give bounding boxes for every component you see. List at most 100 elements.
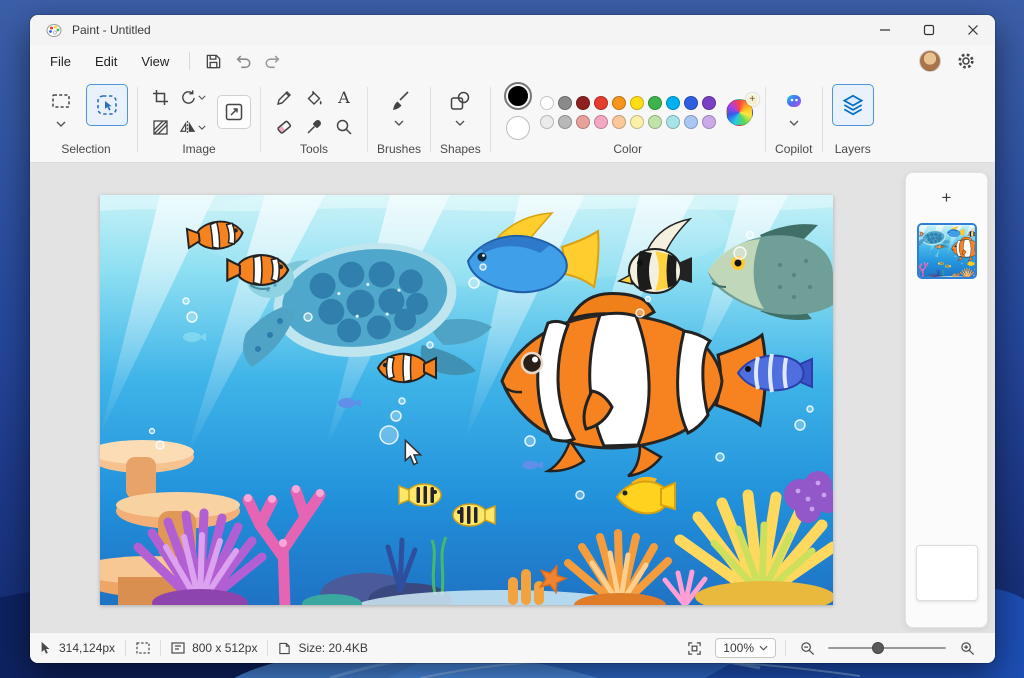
paint-window: Paint - Untitled File Edit View — [30, 15, 995, 663]
add-layer-button[interactable]: + — [932, 185, 962, 211]
palette-swatch[interactable] — [684, 115, 698, 129]
palette-swatch[interactable] — [666, 115, 680, 129]
palette-swatch[interactable] — [702, 115, 716, 129]
palette-swatch[interactable] — [702, 96, 716, 110]
select-options-button[interactable] — [147, 114, 173, 140]
palette-swatch[interactable] — [648, 96, 662, 110]
divider — [260, 87, 261, 152]
cursor-position-segment: 314,124px — [30, 641, 125, 655]
crop-icon — [152, 89, 169, 106]
flip-button[interactable] — [175, 114, 209, 140]
palette-swatch[interactable] — [630, 96, 644, 110]
close-icon — [967, 24, 979, 36]
cursor-position-value: 314,124px — [59, 641, 115, 655]
zoom-slider[interactable] — [828, 641, 946, 655]
window-title: Paint - Untitled — [72, 23, 151, 37]
chevron-down-icon — [759, 645, 768, 651]
copilot-label: Copilot — [775, 142, 812, 158]
resize-button[interactable] — [217, 95, 251, 129]
maximize-button[interactable] — [907, 15, 951, 45]
fit-to-screen-button[interactable] — [682, 637, 706, 659]
chevron-down-icon[interactable] — [56, 121, 66, 127]
copilot-button[interactable] — [775, 84, 813, 118]
flip-icon — [179, 119, 196, 136]
maximize-icon — [923, 24, 935, 36]
ribbon-section-color: + Color — [496, 77, 760, 162]
fill-bucket-icon — [305, 89, 323, 107]
free-select-button[interactable] — [86, 84, 128, 126]
magnifier-icon — [335, 118, 353, 136]
palette-swatch[interactable] — [540, 96, 554, 110]
rotate-icon — [179, 89, 196, 106]
palette-swatch[interactable] — [594, 96, 608, 110]
text-tool-button[interactable]: A — [330, 84, 358, 111]
palette-swatch[interactable] — [558, 115, 572, 129]
brush-icon — [388, 90, 410, 112]
save-button[interactable] — [198, 47, 228, 75]
redo-icon — [264, 52, 282, 70]
shapes-button[interactable] — [441, 84, 479, 118]
zoom-in-button[interactable] — [955, 637, 979, 659]
rect-select-button[interactable] — [44, 84, 78, 118]
palette-swatch[interactable] — [576, 96, 590, 110]
zoom-slider-track — [828, 647, 946, 649]
menu-view[interactable]: View — [129, 49, 181, 74]
divider — [765, 87, 766, 152]
redo-button[interactable] — [258, 47, 288, 75]
divider — [430, 87, 431, 152]
menu-file[interactable]: File — [38, 49, 83, 74]
chevron-down-icon[interactable] — [455, 120, 465, 126]
layer-thumbnail-active[interactable] — [917, 223, 977, 279]
account-avatar[interactable] — [919, 50, 941, 72]
palette-swatch[interactable] — [630, 115, 644, 129]
crop-button[interactable] — [147, 84, 173, 110]
ribbon-section-image: Image — [143, 77, 255, 162]
fit-to-screen-icon — [687, 641, 702, 656]
palette-swatch[interactable] — [594, 115, 608, 129]
palette-swatch[interactable] — [666, 96, 680, 110]
ribbon: Selection — [30, 77, 995, 163]
color-palette-row1 — [540, 96, 716, 110]
palette-swatch[interactable] — [558, 96, 572, 110]
drawing-canvas[interactable] — [100, 195, 833, 605]
palette-swatch[interactable] — [612, 115, 626, 129]
zoom-slider-thumb[interactable] — [872, 642, 884, 654]
minimize-button[interactable] — [863, 15, 907, 45]
menu-edit[interactable]: Edit — [83, 49, 129, 74]
layers-icon — [840, 92, 866, 118]
background-color-swatch[interactable] — [506, 116, 530, 140]
chevron-down-icon[interactable] — [394, 120, 404, 126]
chevron-down-icon — [198, 125, 206, 130]
undo-button[interactable] — [228, 47, 258, 75]
zoom-out-button[interactable] — [795, 637, 819, 659]
palette-swatch[interactable] — [648, 115, 662, 129]
magnifier-button[interactable] — [330, 113, 358, 140]
title-bar[interactable]: Paint - Untitled — [30, 15, 995, 45]
settings-button[interactable] — [951, 47, 981, 75]
paint-app-icon — [46, 22, 62, 38]
fill-button[interactable] — [300, 84, 328, 111]
status-bar: 314,124px 800 x 512px Size: 20.4KB 100% — [30, 632, 995, 663]
layers-button[interactable] — [832, 84, 874, 126]
zoom-level-dropdown[interactable]: 100% — [715, 638, 776, 658]
color-palette-row2 — [540, 115, 716, 129]
free-select-icon — [94, 92, 120, 118]
pencil-button[interactable] — [270, 84, 298, 111]
foreground-color-swatch[interactable] — [506, 84, 530, 108]
chevron-down-icon — [198, 95, 206, 100]
eraser-button[interactable] — [270, 113, 298, 140]
palette-swatch[interactable] — [612, 96, 626, 110]
palette-swatch[interactable] — [576, 115, 590, 129]
palette-swatch[interactable] — [540, 115, 554, 129]
eyedropper-button[interactable] — [300, 113, 328, 140]
divider — [822, 87, 823, 152]
brushes-button[interactable] — [380, 84, 418, 118]
edit-colors-button[interactable]: + — [726, 97, 756, 127]
rotate-button[interactable] — [175, 84, 209, 110]
palette-swatch[interactable] — [684, 96, 698, 110]
background-layer-thumbnail[interactable] — [916, 545, 978, 601]
close-button[interactable] — [951, 15, 995, 45]
brushes-label: Brushes — [377, 142, 421, 158]
gear-icon — [957, 52, 975, 70]
chevron-down-icon[interactable] — [789, 120, 799, 126]
